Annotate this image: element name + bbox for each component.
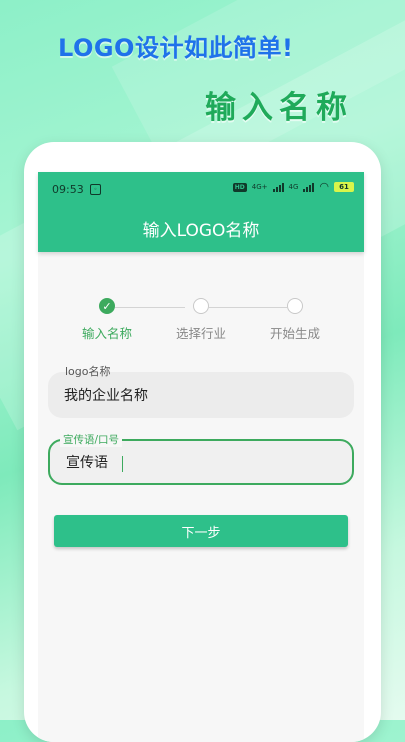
page-title: 输入LOGO名称	[142, 221, 260, 241]
promo-headline: LOGO设计如此简单!	[58, 34, 294, 62]
step-circle-icon	[193, 298, 209, 314]
logo-name-field: logo名称	[48, 365, 354, 418]
step-circle-icon	[287, 298, 303, 314]
slogan-field: 宣传语/口号	[48, 432, 354, 485]
step-label: 选择行业	[175, 326, 226, 341]
step-1: ✓ 输入名称	[57, 298, 157, 342]
step-3: 开始生成	[245, 298, 345, 342]
app-bar: 09:53 ◦ HD 4G+ 4G ◠ 61 输入LOGO名称	[38, 172, 364, 252]
signal-label-2: 4G	[288, 183, 299, 191]
battery-icon: 61	[334, 182, 354, 192]
hd-badge: HD	[232, 182, 247, 192]
step-2: 选择行业	[151, 298, 251, 342]
progress-steps: ✓ 输入名称 选择行业 开始生成	[38, 298, 364, 358]
next-button[interactable]: 下一步	[54, 515, 348, 547]
wifi-icon: ◠	[319, 180, 329, 193]
notification-icon: ◦	[90, 184, 101, 195]
signal-icon	[272, 182, 284, 192]
text-caret	[122, 456, 123, 472]
app-screen: 09:53 ◦ HD 4G+ 4G ◠ 61 输入LOGO名称 ✓ 输入名称 选…	[38, 172, 364, 742]
logo-name-input[interactable]	[48, 372, 354, 418]
signal-icon	[303, 182, 315, 192]
phone-mockup: 09:53 ◦ HD 4G+ 4G ◠ 61 输入LOGO名称 ✓ 输入名称 选…	[24, 142, 381, 742]
check-icon: ✓	[99, 298, 115, 314]
signal-label-1: 4G+	[251, 183, 268, 191]
step-label: 开始生成	[269, 326, 320, 341]
status-bar: 09:53 ◦ HD 4G+ 4G ◠ 61	[38, 172, 364, 208]
status-time: 09:53	[52, 183, 84, 196]
promo-subheadline: 输入名称	[205, 90, 353, 126]
status-icons: HD 4G+ 4G ◠ 61	[232, 180, 354, 193]
slogan-input[interactable]	[50, 441, 352, 483]
step-label: 输入名称	[81, 326, 132, 341]
